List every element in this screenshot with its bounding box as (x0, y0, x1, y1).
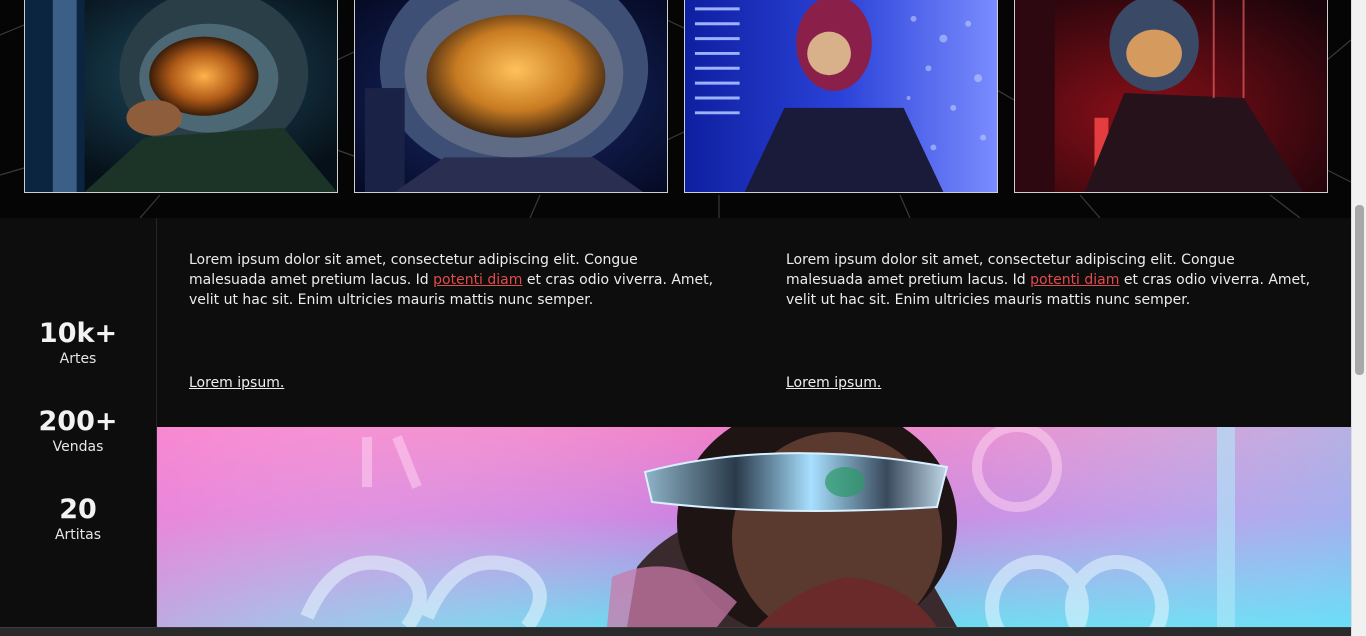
content-section: 10k+ Artes 200+ Vendas 20 Artitas Lorem … (0, 218, 1351, 627)
gallery-section (0, 0, 1351, 218)
stat-vendas: 200+ Vendas (0, 406, 156, 456)
gallery-image-3[interactable] (684, 0, 998, 193)
stat-label: Artitas (54, 527, 102, 543)
stats-column: 10k+ Artes 200+ Vendas 20 Artitas (0, 218, 157, 627)
potenti-diam-link[interactable]: potenti diam (433, 272, 522, 288)
hero-image (157, 427, 1351, 627)
astronaut-photo-icon (25, 0, 337, 192)
horizontal-scrollbar[interactable] (0, 627, 1351, 636)
astronaut-photo-icon (355, 0, 667, 192)
stat-label: Artes (59, 351, 97, 367)
read-more-link-1[interactable]: Lorem ipsum. (189, 375, 284, 391)
stat-value: 10k+ (38, 318, 118, 349)
cyberpunk-portrait-icon (157, 427, 1351, 627)
stat-value: 200+ (38, 406, 118, 437)
astronaut-photo-icon (1015, 0, 1327, 192)
description-paragraph-2: Lorem ipsum dolor sit amet, consectetur … (786, 250, 1316, 310)
gallery-image-1[interactable] (24, 0, 338, 193)
stat-label: Vendas (52, 439, 104, 455)
potenti-diam-link[interactable]: potenti diam (1030, 272, 1119, 288)
description-paragraph-1: Lorem ipsum dolor sit amet, consectetur … (189, 250, 719, 310)
gallery-image-2[interactable] (354, 0, 668, 193)
vertical-scrollbar[interactable] (1351, 0, 1366, 636)
read-more-link-2[interactable]: Lorem ipsum. (786, 375, 881, 391)
stat-value: 20 (59, 494, 97, 525)
stat-artistas: 20 Artitas (0, 494, 156, 544)
pilot-photo-icon (685, 0, 997, 192)
scrollbar-thumb[interactable] (1355, 205, 1364, 375)
stat-artes: 10k+ Artes (0, 318, 156, 368)
gallery-image-4[interactable] (1014, 0, 1328, 193)
